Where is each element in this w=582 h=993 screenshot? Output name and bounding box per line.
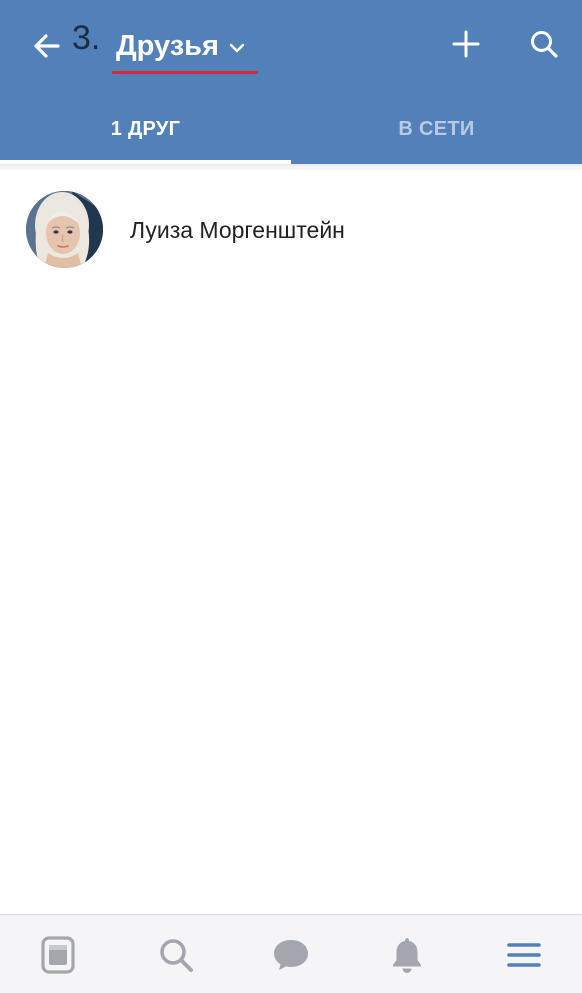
avatar[interactable] — [26, 191, 103, 268]
search-button[interactable] — [524, 24, 564, 64]
bottom-navigation — [0, 914, 582, 993]
user-photo-avatar — [26, 191, 103, 268]
nav-messages[interactable] — [269, 933, 313, 977]
page-title: Друзья — [116, 30, 219, 62]
add-friend-button[interactable] — [446, 24, 486, 64]
notifications-bell-icon — [393, 938, 421, 973]
messages-icon — [274, 940, 308, 970]
app-header: 3. Друзья 1 ДРУГ В СЕТИ — [0, 0, 582, 164]
menu-icon — [507, 943, 541, 967]
nav-menu[interactable] — [502, 933, 546, 977]
title-underline-mark — [112, 71, 258, 74]
back-button[interactable] — [28, 28, 64, 64]
nav-news[interactable] — [36, 933, 80, 977]
friend-name[interactable]: Луиза Моргенштейн — [130, 214, 345, 246]
tab-all-friends[interactable]: 1 ДРУГ — [0, 104, 291, 154]
annotation-number: 3. — [72, 19, 101, 57]
header-shadow — [0, 164, 582, 172]
chevron-down-icon — [229, 43, 245, 53]
nav-notifications[interactable] — [385, 933, 429, 977]
title-dropdown[interactable]: Друзья — [116, 24, 245, 68]
nav-search[interactable] — [154, 933, 198, 977]
news-icon — [41, 936, 75, 974]
search-icon — [531, 31, 558, 58]
search-icon — [160, 939, 193, 972]
list-item[interactable]: Луиза Моргенштейн — [0, 184, 582, 276]
plus-icon — [452, 30, 480, 58]
tab-online[interactable]: В СЕТИ — [291, 104, 582, 154]
arrow-left-icon — [34, 34, 60, 58]
